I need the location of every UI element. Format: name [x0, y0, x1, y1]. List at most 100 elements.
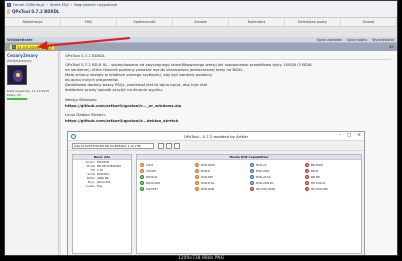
refresh-icon[interactable] — [158, 143, 164, 149]
device-toolbar: [ata:0] PLEXTOR BD-RE PX-B950SA 1.10 [TP… — [68, 141, 364, 151]
display-options[interactable]: Wyświetlanie — [372, 38, 394, 42]
minimize-icon[interactable]: – — [339, 133, 341, 138]
post-number[interactable]: #1 — [389, 45, 394, 49]
media-grid: CD-R DVD-ROM DVD+R BD-ROM CD-RW DVD-R DVD+RW BD… — [137, 160, 361, 193]
info-row: Loader Tray — [85, 184, 103, 188]
media-capability-item: DDCD-RW — [140, 180, 193, 185]
post-count: Posty: 24 — [7, 93, 21, 97]
media-label: HD DVD-R — [311, 180, 326, 185]
nav-item-calendar[interactable]: Kalendarz — [229, 18, 285, 26]
media-label: CD-RW — [146, 168, 156, 173]
window-titlebar: QPxTool - 0.7.2 modded by ArtKar – □ × — [68, 132, 364, 141]
media-capability-item: BD-ROM — [305, 162, 358, 167]
disc-icon — [305, 162, 309, 167]
media-label: DDCD-RW — [146, 180, 161, 185]
media-capability-item: CD-RW — [140, 168, 193, 173]
disc-icon — [140, 168, 144, 173]
forum-home-icon[interactable] — [7, 3, 11, 7]
basic-info-panel: Basic info Vendor PLEXTOR Model BD-RE PX-B… — [72, 154, 132, 254]
media-capability-item: DVD-R DL — [195, 180, 248, 185]
thread-title[interactable]: QPxTool 0.7.2 BDXDL — [12, 9, 59, 14]
disc-icon — [250, 168, 254, 173]
forum-page: Forum CDRinfo.pl › Strefa FAQ › Nagrywan… — [4, 0, 398, 256]
media-capability-item: DVD+RW DL — [250, 180, 303, 185]
red-arrow-annotation — [37, 37, 131, 50]
nav-item-todays-posts[interactable]: Dzisiejsze posty — [285, 18, 341, 26]
disc-icon — [195, 186, 199, 191]
disc-icon — [250, 180, 254, 185]
username[interactable]: Cezary2mary — [7, 53, 38, 58]
windows-download-link[interactable]: https://github.com/artkar0/qpxtool/r..._… — [65, 103, 181, 108]
windows-label: Wersja Windows: — [65, 97, 98, 102]
disc-icon — [305, 168, 309, 173]
disc-icon — [250, 174, 254, 179]
media-capability-item: DVD+R DL — [250, 174, 303, 179]
media-label: DVD-R — [201, 168, 211, 173]
media-capability-item: BD-RE — [305, 174, 358, 179]
media-capability-item: HD DVD-R — [305, 180, 358, 185]
media-label: DVD-RAM — [201, 186, 215, 191]
media-capability-item: CD-R — [140, 162, 193, 167]
media-label: DVD+RW — [256, 168, 270, 173]
breadcrumb-bar: Forum CDRinfo.pl › Strefa FAQ › Nagrywan… — [5, 1, 397, 18]
user-details: Data rejestracji: 11.10.2015 Posty: 24 — [7, 89, 49, 97]
close-icon[interactable]: × — [357, 133, 361, 138]
qpxtool-screenshot[interactable]: QPxTool - 0.7.2 modded by ArtKar – □ × [… — [67, 131, 365, 255]
post-line: dokładnie prosty sposób przyjść na ekran… — [65, 87, 163, 92]
avatar[interactable] — [7, 65, 27, 85]
user-info-column: Cezary2mary Zarejestrowany Data rejestra… — [5, 51, 59, 255]
media-label: DVD-R DL — [201, 180, 215, 185]
media-label: CD-R — [146, 162, 154, 167]
breadcrumb-item-2[interactable]: Nagrywanie i wypalanie — [74, 3, 117, 7]
disc-icon — [305, 186, 309, 191]
disc-icon — [195, 162, 199, 167]
disc-icon — [140, 186, 144, 191]
media-label: CD-TEXT — [146, 186, 158, 191]
linux-download-link[interactable]: https://github.com/artkar0/qpxtool/r...d… — [65, 118, 178, 123]
media-capabilities-panel: Media R/W Capabilities CD-R DVD-ROM DVD+R B… — [136, 154, 362, 254]
media-capability-item: DVD-R — [195, 168, 248, 173]
nav-item-community[interactable]: Społeczność — [117, 18, 173, 26]
media-capability-item: BD-R — [305, 168, 358, 173]
breadcrumb-item-1[interactable]: Strefa FAQ — [50, 3, 69, 7]
eject-icon[interactable] — [166, 143, 172, 149]
disc-icon — [305, 174, 309, 179]
display-mode-label: Wyświetlanie — [7, 38, 33, 42]
post-body: QPxTool 0.7.2 BDXDL QPxTool 0.7.2 BD-R X… — [61, 51, 397, 255]
thread-options[interactable]: Opcje wątku — [347, 38, 367, 42]
disc-icon — [195, 168, 199, 173]
lock-icon[interactable] — [174, 143, 180, 149]
nav-item-search[interactable]: Szukaj — [341, 18, 397, 26]
image-info-footer: 1209x738 88kb PNG — [177, 256, 225, 261]
device-select[interactable]: [ata:0] PLEXTOR BD-RE PX-B950SA 1.10 [TP… — [72, 143, 154, 149]
thread-title-row: QPxTool 0.7.2 BDXDL — [7, 9, 59, 14]
nav-item-arcade[interactable]: Arcade — [173, 18, 229, 26]
media-capability-item: HD DVD-ROM — [250, 186, 303, 191]
disc-icon — [195, 174, 199, 179]
maximize-icon[interactable]: □ — [347, 133, 351, 138]
navbar: Rejestracja FAQ Społeczność Arcade Kalen… — [5, 18, 397, 27]
media-label: HD DVD-ROM — [256, 186, 275, 191]
disc-icon — [140, 180, 144, 185]
nav-item-faq[interactable]: FAQ — [61, 18, 117, 26]
linux-label: Linux Debian Stretch: — [65, 112, 107, 117]
user-title: Zarejestrowany — [7, 59, 32, 63]
thread-tools: Opcje zakładek Opcje wątku Wyświetlanie — [317, 38, 394, 42]
lamp-icon — [7, 9, 10, 14]
breadcrumb-item-0[interactable]: Forum CDRinfo.pl — [13, 3, 44, 7]
media-label: DVD-ROM — [201, 162, 215, 167]
media-label: HD DVD-RW — [311, 186, 328, 191]
window-controls: – □ × — [339, 133, 361, 138]
media-label: DVD+R DL — [256, 174, 272, 179]
media-capability-item: DDCD-R — [140, 174, 193, 179]
bookmark-options[interactable]: Opcje zakładek — [317, 38, 342, 42]
media-label: DVD+R — [256, 162, 267, 167]
nav-item-register[interactable]: Rejestracja — [5, 18, 61, 26]
disc-icon — [140, 174, 144, 179]
media-label: DVD+RW DL — [256, 180, 274, 185]
breadcrumb: Forum CDRinfo.pl › Strefa FAQ › Nagrywan… — [7, 3, 117, 7]
disc-icon — [140, 162, 144, 167]
media-capability-item: DVD-RAM — [195, 186, 248, 191]
media-label: BD-R — [311, 168, 319, 173]
reputation-bar — [7, 98, 27, 100]
